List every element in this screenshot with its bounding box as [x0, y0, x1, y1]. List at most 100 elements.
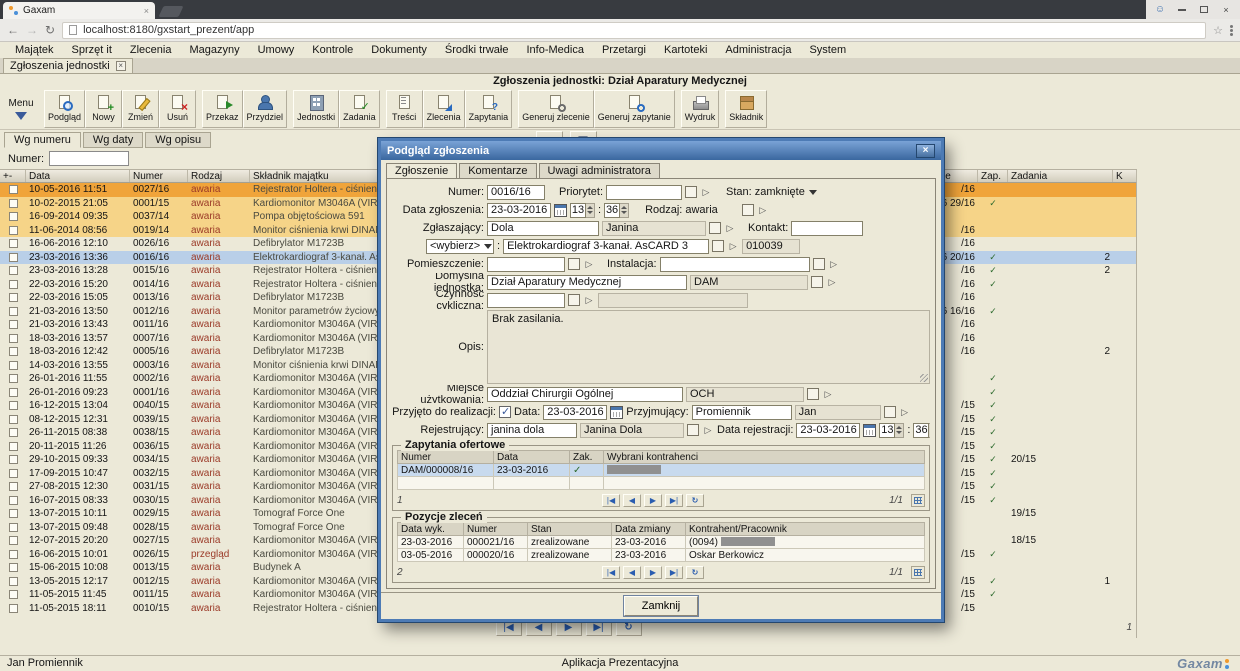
grid-prev-button[interactable] [526, 620, 552, 636]
skladnik-field[interactable]: Elektrokardiograf 3-kanał. AsCARD 3 [503, 239, 709, 254]
pomieszczenie-goto-button[interactable] [583, 258, 595, 270]
menu-item-umowy[interactable]: Umowy [249, 44, 304, 56]
row-checkbox[interactable] [9, 212, 18, 221]
row-checkbox[interactable] [9, 415, 18, 424]
przyjeto-checkbox[interactable] [499, 406, 511, 418]
skladnik-goto-button[interactable] [727, 240, 739, 252]
column-header-zadania[interactable]: Zadania [1008, 170, 1113, 182]
row-checkbox[interactable] [9, 469, 18, 478]
menu-item-magazyny[interactable]: Magazyny [180, 44, 248, 56]
zapytania-column-header[interactable]: Wybrani kontrahenci [604, 451, 925, 464]
restore-button[interactable] [1193, 2, 1215, 17]
toolbar-skladnik-button[interactable]: Składnik [725, 90, 767, 128]
rejestrujacy-goto-button[interactable] [702, 424, 714, 436]
column-header-numer[interactable]: Numer [130, 170, 188, 182]
toolbar-wydruk-button[interactable]: Wydruk [681, 90, 719, 128]
data-rejestracji-field[interactable]: 23-03-2016 [796, 423, 860, 438]
instalacja-goto-button[interactable] [828, 258, 840, 270]
zapytania-refresh-button[interactable] [686, 494, 704, 507]
rodzaj-goto-button[interactable] [757, 204, 769, 216]
toolbar-przydziel-button[interactable]: Przydziel [243, 90, 288, 128]
row-checkbox[interactable] [9, 590, 18, 599]
filter-tab-1[interactable]: Wg numeru [4, 132, 81, 148]
row-checkbox[interactable] [9, 550, 18, 559]
row-checkbox[interactable] [9, 455, 18, 464]
zapytania-column-header[interactable]: Numer [398, 451, 494, 464]
dialog-close-icon[interactable]: × [916, 144, 935, 158]
calendar-icon[interactable] [863, 424, 876, 437]
zapytania-row[interactable]: DAM/000008/1623-03-2016✓ [398, 464, 925, 477]
stepper-arrows-icon[interactable] [895, 423, 904, 438]
czynnosc-lookup-button[interactable] [568, 294, 580, 306]
skladnik-kod-field[interactable]: 010039 [742, 239, 800, 254]
column-header-k[interactable]: K [1113, 170, 1137, 182]
stan-select[interactable]: zamknięte [755, 186, 817, 198]
rej-hour-stepper[interactable]: 13 [879, 423, 904, 438]
priorytet-field[interactable] [606, 185, 682, 200]
bookmark-star-icon[interactable]: ☆ [1213, 24, 1223, 37]
column-header-data[interactable]: Data [26, 170, 130, 182]
row-checkbox[interactable] [9, 482, 18, 491]
dialog-title-bar[interactable]: Podgląd zgłoszenia × [381, 141, 941, 160]
toolbar-nowy-button[interactable]: Nowy [85, 90, 122, 128]
calendar-icon[interactable] [554, 204, 567, 217]
browser-menu-icon[interactable] [1230, 25, 1233, 28]
toolbar-generuj-zlecenie-button[interactable]: Generuj zlecenie [518, 90, 594, 128]
row-checkbox[interactable] [9, 563, 18, 572]
stepper-arrows-icon[interactable] [929, 423, 930, 438]
stepper-arrows-icon[interactable] [620, 203, 629, 218]
menu-item-maj-tek[interactable]: Majątek [6, 44, 63, 56]
menu-button[interactable]: Menu [4, 98, 38, 120]
rejestrujacy-field[interactable]: janina dola [487, 423, 577, 438]
zapytania-export-button[interactable] [911, 494, 925, 507]
opis-textarea[interactable]: Brak zasilania. [487, 310, 930, 384]
rodzaj-value[interactable]: awaria [685, 204, 717, 216]
przyjmujacy-goto-button[interactable] [899, 406, 911, 418]
toolbar-usun-button[interactable]: Usuń [159, 90, 196, 128]
filter-tab-2[interactable]: Wg daty [83, 132, 143, 148]
pozycje-export-button[interactable] [911, 566, 925, 579]
dialog-tab-2[interactable]: Komentarze [459, 163, 536, 178]
column-header-zap[interactable]: Zap. [978, 170, 1008, 182]
pozycje-column-header[interactable]: Numer [464, 523, 528, 536]
row-checkbox[interactable] [9, 185, 18, 194]
menu-item-zlecenia[interactable]: Zlecenia [121, 44, 181, 56]
toolbar-zmien-button[interactable]: Zmień [122, 90, 159, 128]
tab-close-icon[interactable]: × [144, 6, 149, 16]
czynnosc-opis-field[interactable] [598, 293, 748, 308]
row-checkbox[interactable] [9, 523, 18, 532]
menu-item-dokumenty[interactable]: Dokumenty [362, 44, 436, 56]
row-checkbox[interactable] [9, 442, 18, 451]
zglaszajacy-goto-button[interactable] [724, 222, 736, 234]
przyjeto-data-field[interactable]: 23-03-2016 [543, 405, 607, 420]
row-checkbox[interactable] [9, 239, 18, 248]
pozycje-column-header[interactable]: Data zmiany [612, 523, 686, 536]
row-checkbox[interactable] [9, 388, 18, 397]
numer-field[interactable]: 0016/16 [487, 185, 545, 200]
browser-tab[interactable]: Gaxam × [3, 2, 155, 19]
grid-refresh-button[interactable] [616, 620, 642, 636]
przyjmujacy-lookup-button[interactable] [884, 406, 896, 418]
rejestrujacy-pelna-field[interactable]: Janina Dola [580, 423, 684, 438]
jednostka-goto-button[interactable] [826, 276, 838, 288]
zapytania-prev-button[interactable] [623, 494, 641, 507]
row-checkbox[interactable] [9, 266, 18, 275]
dialog-tab-3[interactable]: Uwagi administratora [539, 163, 660, 178]
grid-next-button[interactable] [556, 620, 582, 636]
grid-last-button[interactable] [586, 620, 612, 636]
toolbar-zadania-button[interactable]: Zadania [339, 90, 380, 128]
row-checkbox[interactable] [9, 401, 18, 410]
toolbar-przekaz-button[interactable]: Przekaz [202, 90, 243, 128]
zapytania-column-header[interactable]: Data [494, 451, 570, 464]
row-checkbox[interactable] [9, 199, 18, 208]
czynnosc-field[interactable] [487, 293, 565, 308]
row-checkbox[interactable] [9, 604, 18, 613]
row-checkbox[interactable] [9, 226, 18, 235]
data-zgloszenia-field[interactable]: 23-03-2016 [487, 203, 551, 218]
pozycje-column-header[interactable]: Stan [528, 523, 612, 536]
row-checkbox[interactable] [9, 374, 18, 383]
tab-zgloszenia-jednostki[interactable]: Zgłoszenia jednostki × [3, 58, 133, 73]
przyjmujacy-imie-field[interactable]: Jan [795, 405, 881, 420]
toolbar-generuj-zapytanie-button[interactable]: Generuj zapytanie [594, 90, 675, 128]
doc-tab-close-icon[interactable]: × [116, 61, 126, 71]
